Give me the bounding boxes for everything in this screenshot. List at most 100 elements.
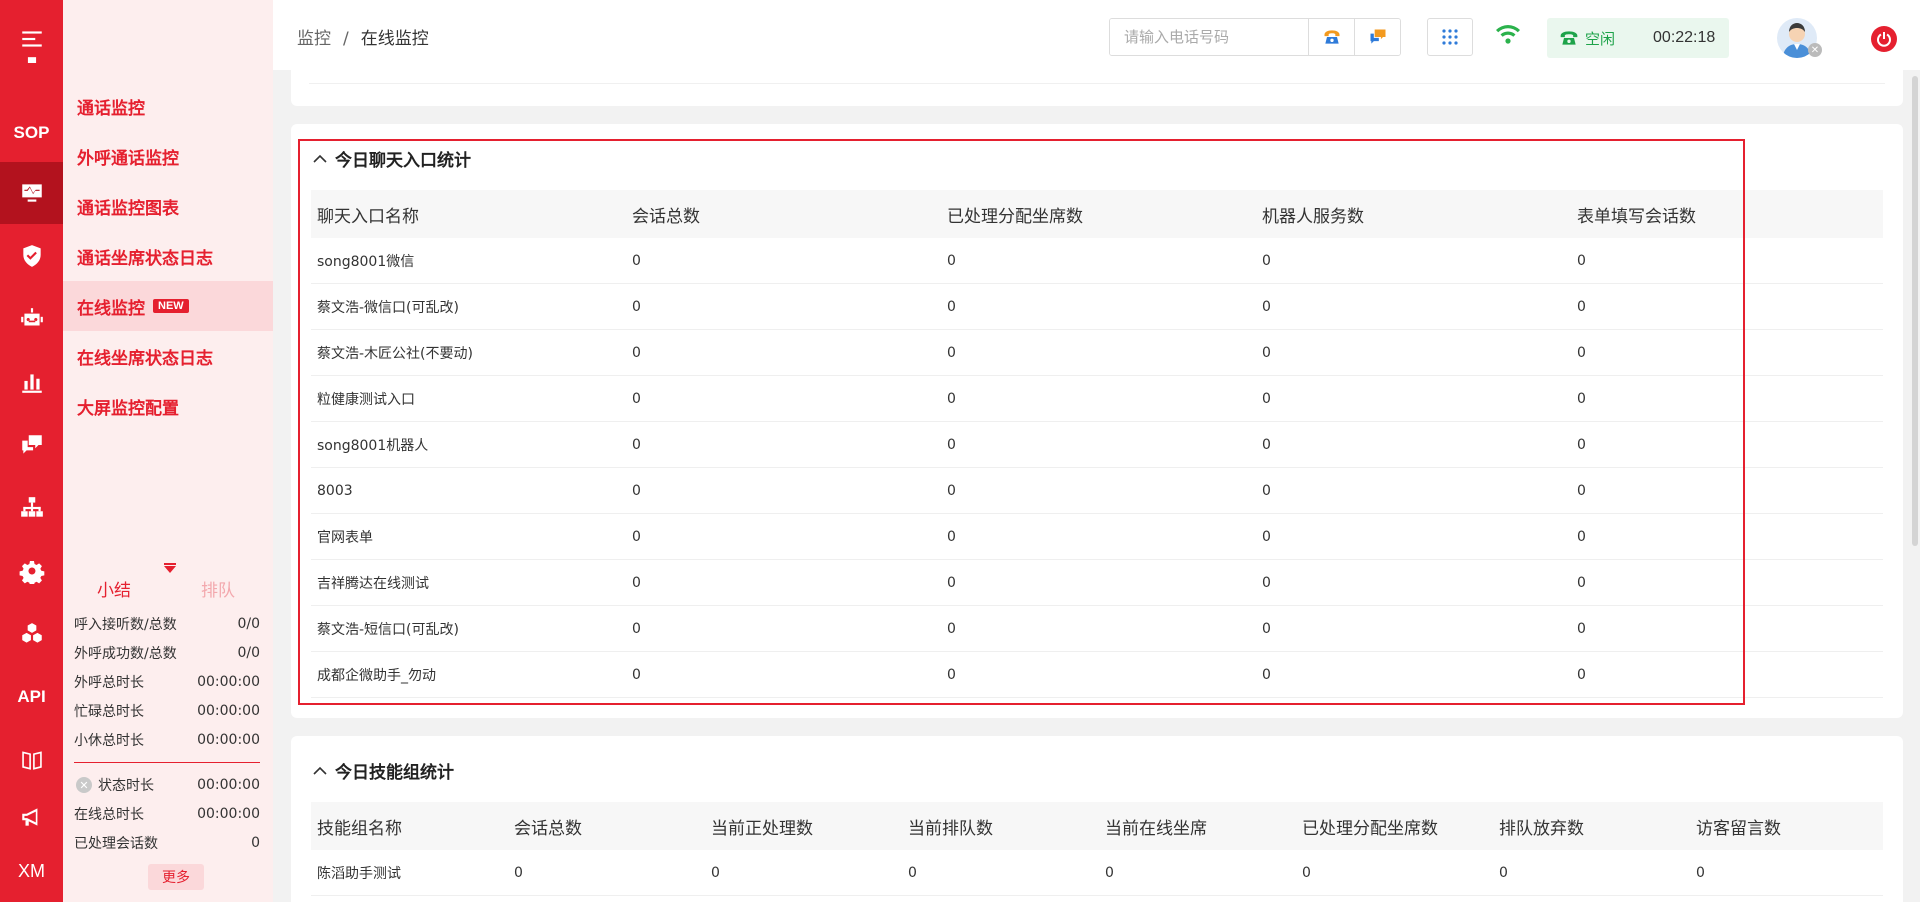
row-value-cell: 0 bbox=[1262, 528, 1271, 545]
chevron-up-icon[interactable] bbox=[313, 766, 327, 776]
row-value-cell: 0 bbox=[1105, 864, 1114, 881]
phone-input[interactable] bbox=[1110, 19, 1308, 55]
inbox-icon[interactable] bbox=[0, 48, 63, 78]
stat-label: 呼入接听数/总数 bbox=[74, 617, 177, 633]
row-value-cell: 0 bbox=[947, 620, 956, 637]
menu-call-agent-log[interactable]: 通话坐席状态日志 bbox=[63, 231, 273, 281]
table-row: 陈滔助手测试 0 0 0 0 0 0 0 bbox=[311, 850, 1883, 896]
chat-icon[interactable] bbox=[0, 414, 63, 476]
row-value-cell: 0 bbox=[1577, 252, 1586, 269]
row-value-cell: 0 bbox=[947, 436, 956, 453]
column-header: 技能组名称 bbox=[317, 818, 402, 839]
row-name-cell: 蔡文浩-微信口(可乱改) bbox=[317, 299, 459, 316]
column-header: 当前正处理数 bbox=[711, 818, 813, 839]
avatar-status-icon: ✕ bbox=[1808, 43, 1822, 57]
stat-value: 00:00:00 bbox=[197, 806, 260, 822]
megaphone-icon[interactable] bbox=[0, 786, 63, 848]
menu-item-label: 在线坐席状态日志 bbox=[77, 348, 213, 369]
row-value-cell: 0 bbox=[947, 390, 956, 407]
row-value-cell: 0 bbox=[947, 528, 956, 545]
skill-group-card: 今日技能组统计 技能组名称 会话总数 当前正处理数 当前排队数 当前在线坐席 已… bbox=[291, 736, 1903, 902]
stat-value: 00:00:00 bbox=[197, 703, 260, 719]
skill-group-header[interactable]: 今日技能组统计 bbox=[313, 758, 454, 783]
menu-item-label: 在线监控 bbox=[77, 298, 145, 319]
row-value-cell: 0 bbox=[1577, 298, 1586, 315]
table-row: 蔡文浩-短信口(可乱改) 0 0 0 0 bbox=[311, 606, 1883, 652]
table-header: 聊天入口名称 会话总数 已处理分配坐席数 机器人服务数 表单填写会话数 bbox=[311, 190, 1883, 238]
stat-handled-sessions: 已处理会话数 0 bbox=[74, 829, 260, 857]
menu-outbound-monitor[interactable]: 外呼通话监控 bbox=[63, 131, 273, 181]
table-row: 官网表单 0 0 0 0 bbox=[311, 514, 1883, 560]
top-header: 监控 / 在线监控 空闲 00:22:18 ✕ bbox=[273, 0, 1920, 70]
api-nav[interactable]: API bbox=[0, 666, 63, 728]
chevron-up-icon[interactable] bbox=[313, 154, 327, 164]
sop-label: SOP bbox=[13, 123, 50, 142]
new-badge: NEW bbox=[153, 299, 189, 313]
row-value-cell: 0 bbox=[1577, 482, 1586, 499]
stat-label: 忙碌总时长 bbox=[74, 704, 144, 720]
dial-button[interactable] bbox=[1308, 19, 1354, 55]
bar-chart-icon[interactable] bbox=[0, 351, 63, 413]
column-header: 排队放弃数 bbox=[1499, 818, 1584, 839]
tab-summary[interactable]: 小结 bbox=[97, 576, 131, 601]
menu-online-monitor[interactable]: 在线监控 NEW bbox=[63, 281, 273, 331]
status-label: 空闲 bbox=[1585, 29, 1616, 48]
menu-bigscreen-config[interactable]: 大屏监控配置 bbox=[63, 381, 273, 431]
row-value-cell: 0 bbox=[1262, 436, 1271, 453]
skill-group-title: 今日技能组统计 bbox=[335, 763, 454, 783]
dialpad-button[interactable] bbox=[1427, 18, 1473, 56]
table-row: 8003 0 0 0 0 bbox=[311, 468, 1883, 514]
row-value-cell: 0 bbox=[632, 436, 641, 453]
monitor-icon[interactable] bbox=[0, 162, 63, 224]
row-name-cell: 8003 bbox=[317, 482, 353, 499]
row-value-cell: 0 bbox=[1262, 344, 1271, 361]
menu-online-agent-log[interactable]: 在线坐席状态日志 bbox=[63, 331, 273, 381]
stat-status-duration: ✕ 状态时长 00:00:00 bbox=[74, 771, 260, 799]
robot-icon[interactable] bbox=[0, 288, 63, 350]
row-value-cell: 0 bbox=[1262, 620, 1271, 637]
message-button[interactable] bbox=[1354, 19, 1400, 55]
table-row: song8001机器人 0 0 0 0 bbox=[311, 422, 1883, 468]
dialpad-icon bbox=[1442, 29, 1458, 45]
tab-queue[interactable]: 排队 bbox=[201, 576, 235, 601]
icon-rail: SOP API XM bbox=[0, 0, 63, 902]
stat-break-duration: 小休总时长 00:00:00 bbox=[74, 726, 260, 754]
more-button[interactable]: 更多 bbox=[148, 864, 204, 890]
row-value-cell: 0 bbox=[1696, 864, 1705, 881]
collapse-bar bbox=[164, 563, 176, 565]
row-value-cell: 0 bbox=[632, 482, 641, 499]
shield-icon[interactable] bbox=[0, 225, 63, 287]
skill-group-table: 技能组名称 会话总数 当前正处理数 当前排队数 当前在线坐席 已处理分配坐席数 … bbox=[311, 802, 1883, 896]
menu-call-charts[interactable]: 通话监控图表 bbox=[63, 181, 273, 231]
gear-icon[interactable] bbox=[0, 540, 63, 602]
row-name-cell: 蔡文浩-木匠公社(不要动) bbox=[317, 345, 473, 362]
row-value-cell: 0 bbox=[1577, 620, 1586, 637]
row-value-cell: 0 bbox=[947, 344, 956, 361]
chat-entry-table: 聊天入口名称 会话总数 已处理分配坐席数 机器人服务数 表单填写会话数 song… bbox=[311, 190, 1883, 698]
column-header: 会话总数 bbox=[514, 818, 582, 839]
breadcrumb-root[interactable]: 监控 bbox=[297, 29, 331, 49]
scrollbar-thumb[interactable] bbox=[1912, 76, 1918, 546]
cubes-icon[interactable] bbox=[0, 603, 63, 665]
stat-outbound-duration: 外呼总时长 00:00:00 bbox=[74, 668, 260, 696]
reset-icon[interactable]: ✕ bbox=[76, 777, 92, 793]
row-name-cell: 粒健康测试入口 bbox=[317, 391, 415, 408]
row-value-cell: 0 bbox=[1262, 666, 1271, 683]
row-value-cell: 0 bbox=[947, 252, 956, 269]
sop-nav[interactable]: SOP bbox=[0, 102, 63, 164]
breadcrumb-current: 在线监控 bbox=[360, 29, 429, 49]
xm-nav[interactable]: XM bbox=[0, 840, 63, 902]
chat-entry-header[interactable]: 今日聊天入口统计 bbox=[313, 146, 471, 171]
table-row: 蔡文浩-微信口(可乱改) 0 0 0 0 bbox=[311, 284, 1883, 330]
power-icon[interactable] bbox=[1871, 26, 1897, 52]
menu-call-monitor[interactable]: 通话监控 bbox=[63, 81, 273, 131]
menu-item-label: 通话坐席状态日志 bbox=[77, 248, 213, 269]
row-value-cell: 0 bbox=[632, 574, 641, 591]
column-header: 已处理分配坐席数 bbox=[947, 206, 1083, 227]
agent-status[interactable]: 空闲 00:22:18 bbox=[1547, 18, 1729, 58]
org-tree-icon[interactable] bbox=[0, 477, 63, 539]
collapse-caret-icon[interactable] bbox=[164, 566, 176, 573]
stat-online-duration: 在线总时长 00:00:00 bbox=[74, 800, 260, 828]
sub-menu: 通话监控 外呼通话监控 通话监控图表 通话坐席状态日志 在线监控 NEW 在线坐席… bbox=[63, 0, 273, 902]
book-icon[interactable] bbox=[0, 729, 63, 791]
